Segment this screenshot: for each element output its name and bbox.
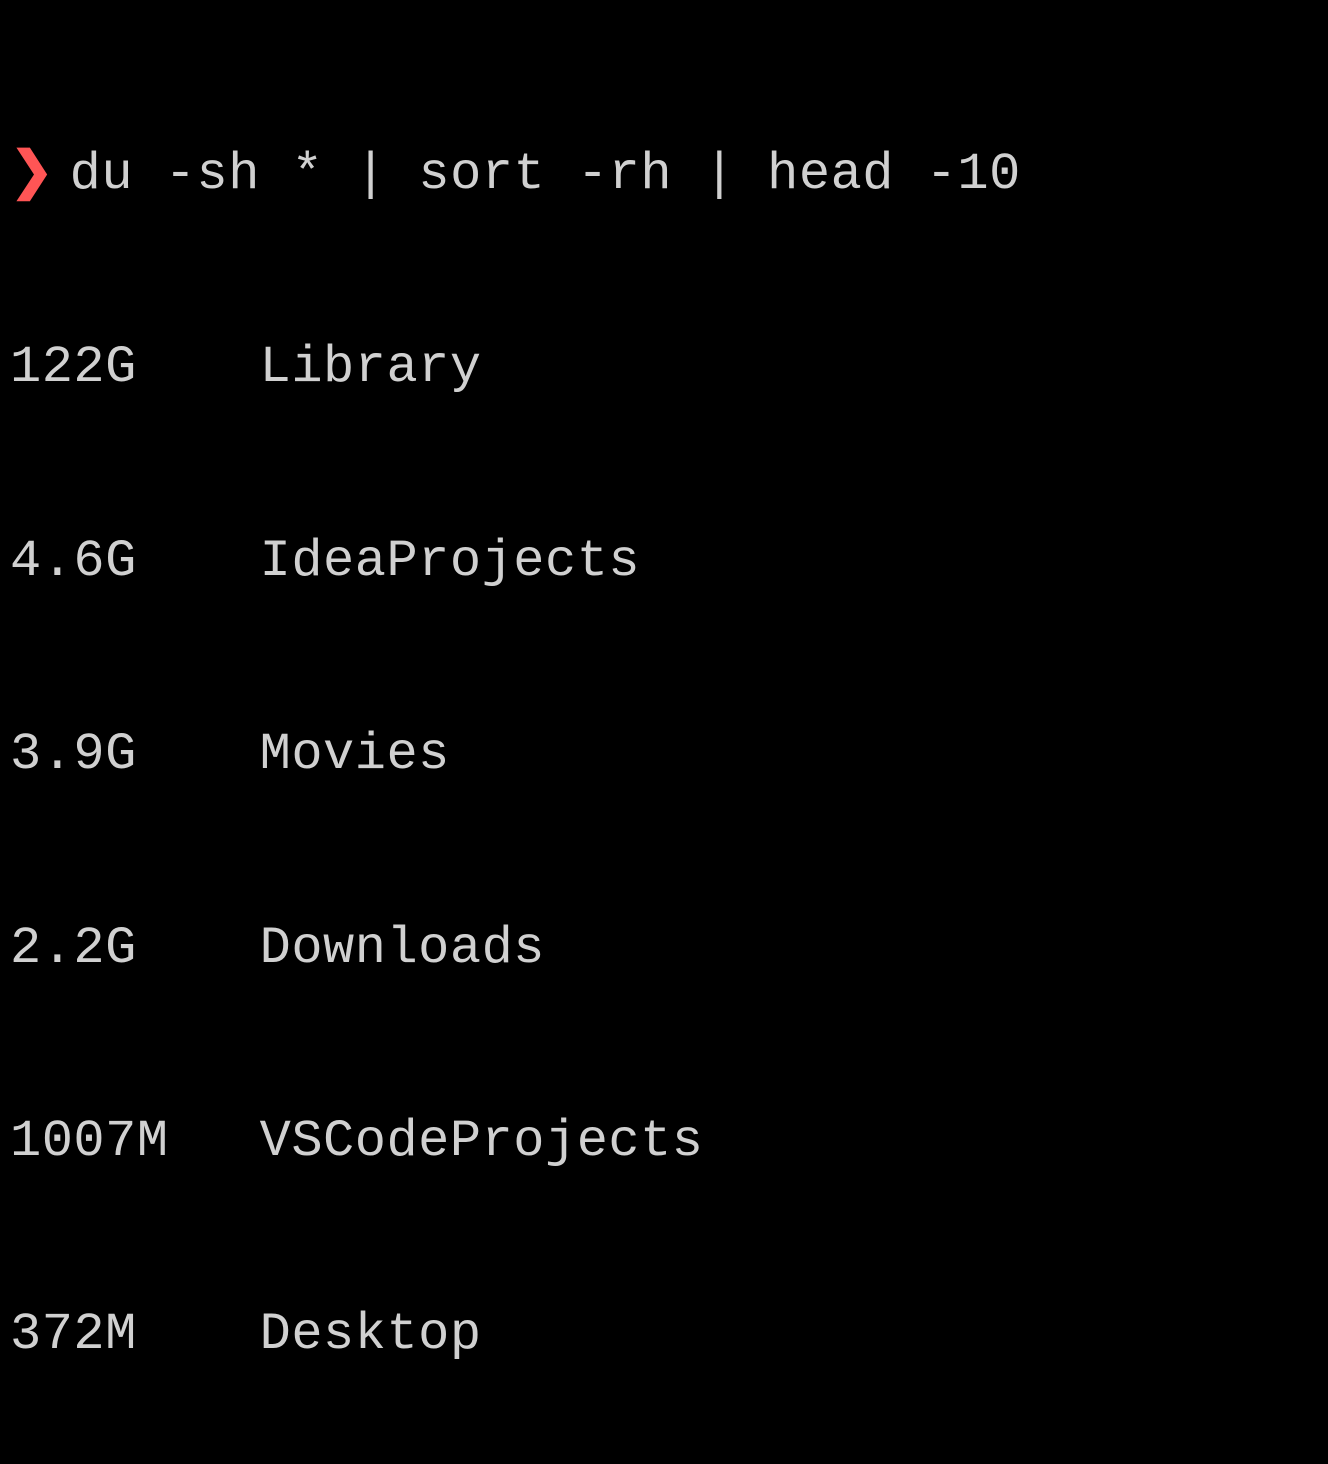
file-size: 372M bbox=[10, 1303, 260, 1367]
file-name: VSCodeProjects bbox=[260, 1110, 704, 1174]
output-row: 372M Desktop bbox=[10, 1303, 1318, 1367]
output-row: 122G Library bbox=[10, 336, 1318, 400]
command-line[interactable]: ❯ du -sh * | sort -rh | head -10 bbox=[10, 143, 1318, 207]
file-size: 4.6G bbox=[10, 530, 260, 594]
file-name: IdeaProjects bbox=[260, 530, 640, 594]
command-text: du -sh * | sort -rh | head -10 bbox=[70, 143, 1021, 207]
prompt-symbol-icon: ❯ bbox=[10, 143, 54, 207]
output-row: 4.6G IdeaProjects bbox=[10, 530, 1318, 594]
output-row: 3.9G Movies bbox=[10, 723, 1318, 787]
file-name: Downloads bbox=[260, 917, 545, 981]
output-row: 1007M VSCodeProjects bbox=[10, 1110, 1318, 1174]
file-size: 2.2G bbox=[10, 917, 260, 981]
file-size: 122G bbox=[10, 336, 260, 400]
terminal-window[interactable]: ❯ du -sh * | sort -rh | head -10 122G Li… bbox=[10, 14, 1318, 1464]
file-size: 3.9G bbox=[10, 723, 260, 787]
file-name: Movies bbox=[260, 723, 450, 787]
file-name: Desktop bbox=[260, 1303, 482, 1367]
output-row: 2.2G Downloads bbox=[10, 917, 1318, 981]
file-name: Library bbox=[260, 336, 482, 400]
file-size: 1007M bbox=[10, 1110, 260, 1174]
